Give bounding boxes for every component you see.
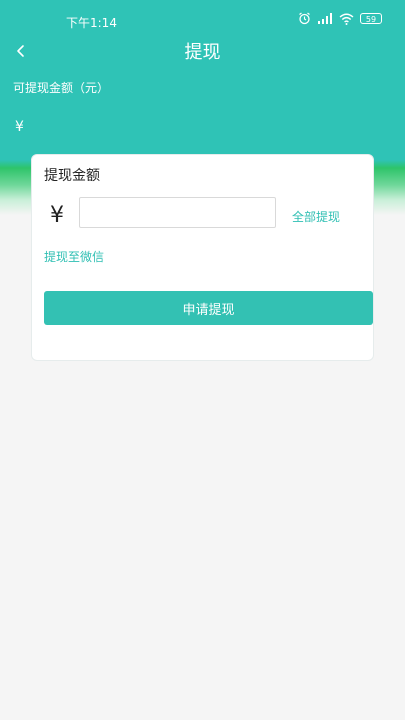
withdraw-all-button[interactable]: 全部提现 bbox=[292, 208, 340, 225]
status-time: 下午1:14 bbox=[66, 16, 117, 30]
currency-symbol: ¥ bbox=[50, 203, 64, 228]
status-bar: 下午1:14 59 bbox=[0, 0, 405, 40]
amount-input[interactable] bbox=[79, 197, 276, 228]
card-title: 提现金额 bbox=[44, 168, 100, 184]
page-title: 提现 bbox=[184, 42, 221, 63]
battery-icon: 59 bbox=[360, 13, 382, 24]
withdraw-method-link[interactable]: 提现至微信 bbox=[44, 248, 104, 265]
balance-value: ¥ bbox=[15, 119, 24, 135]
submit-withdraw-button[interactable]: 申请提现 bbox=[44, 291, 373, 325]
wifi-icon bbox=[339, 13, 354, 25]
status-icons: 59 bbox=[298, 12, 382, 25]
balance-label: 可提现金额（元） bbox=[13, 81, 110, 95]
alarm-icon bbox=[299, 12, 310, 25]
signal-icon bbox=[318, 12, 332, 24]
withdraw-card: 提现金额 ¥ 全部提现 提现至微信 申请提现 bbox=[31, 154, 374, 361]
nav-bar: 提现 bbox=[0, 36, 405, 66]
